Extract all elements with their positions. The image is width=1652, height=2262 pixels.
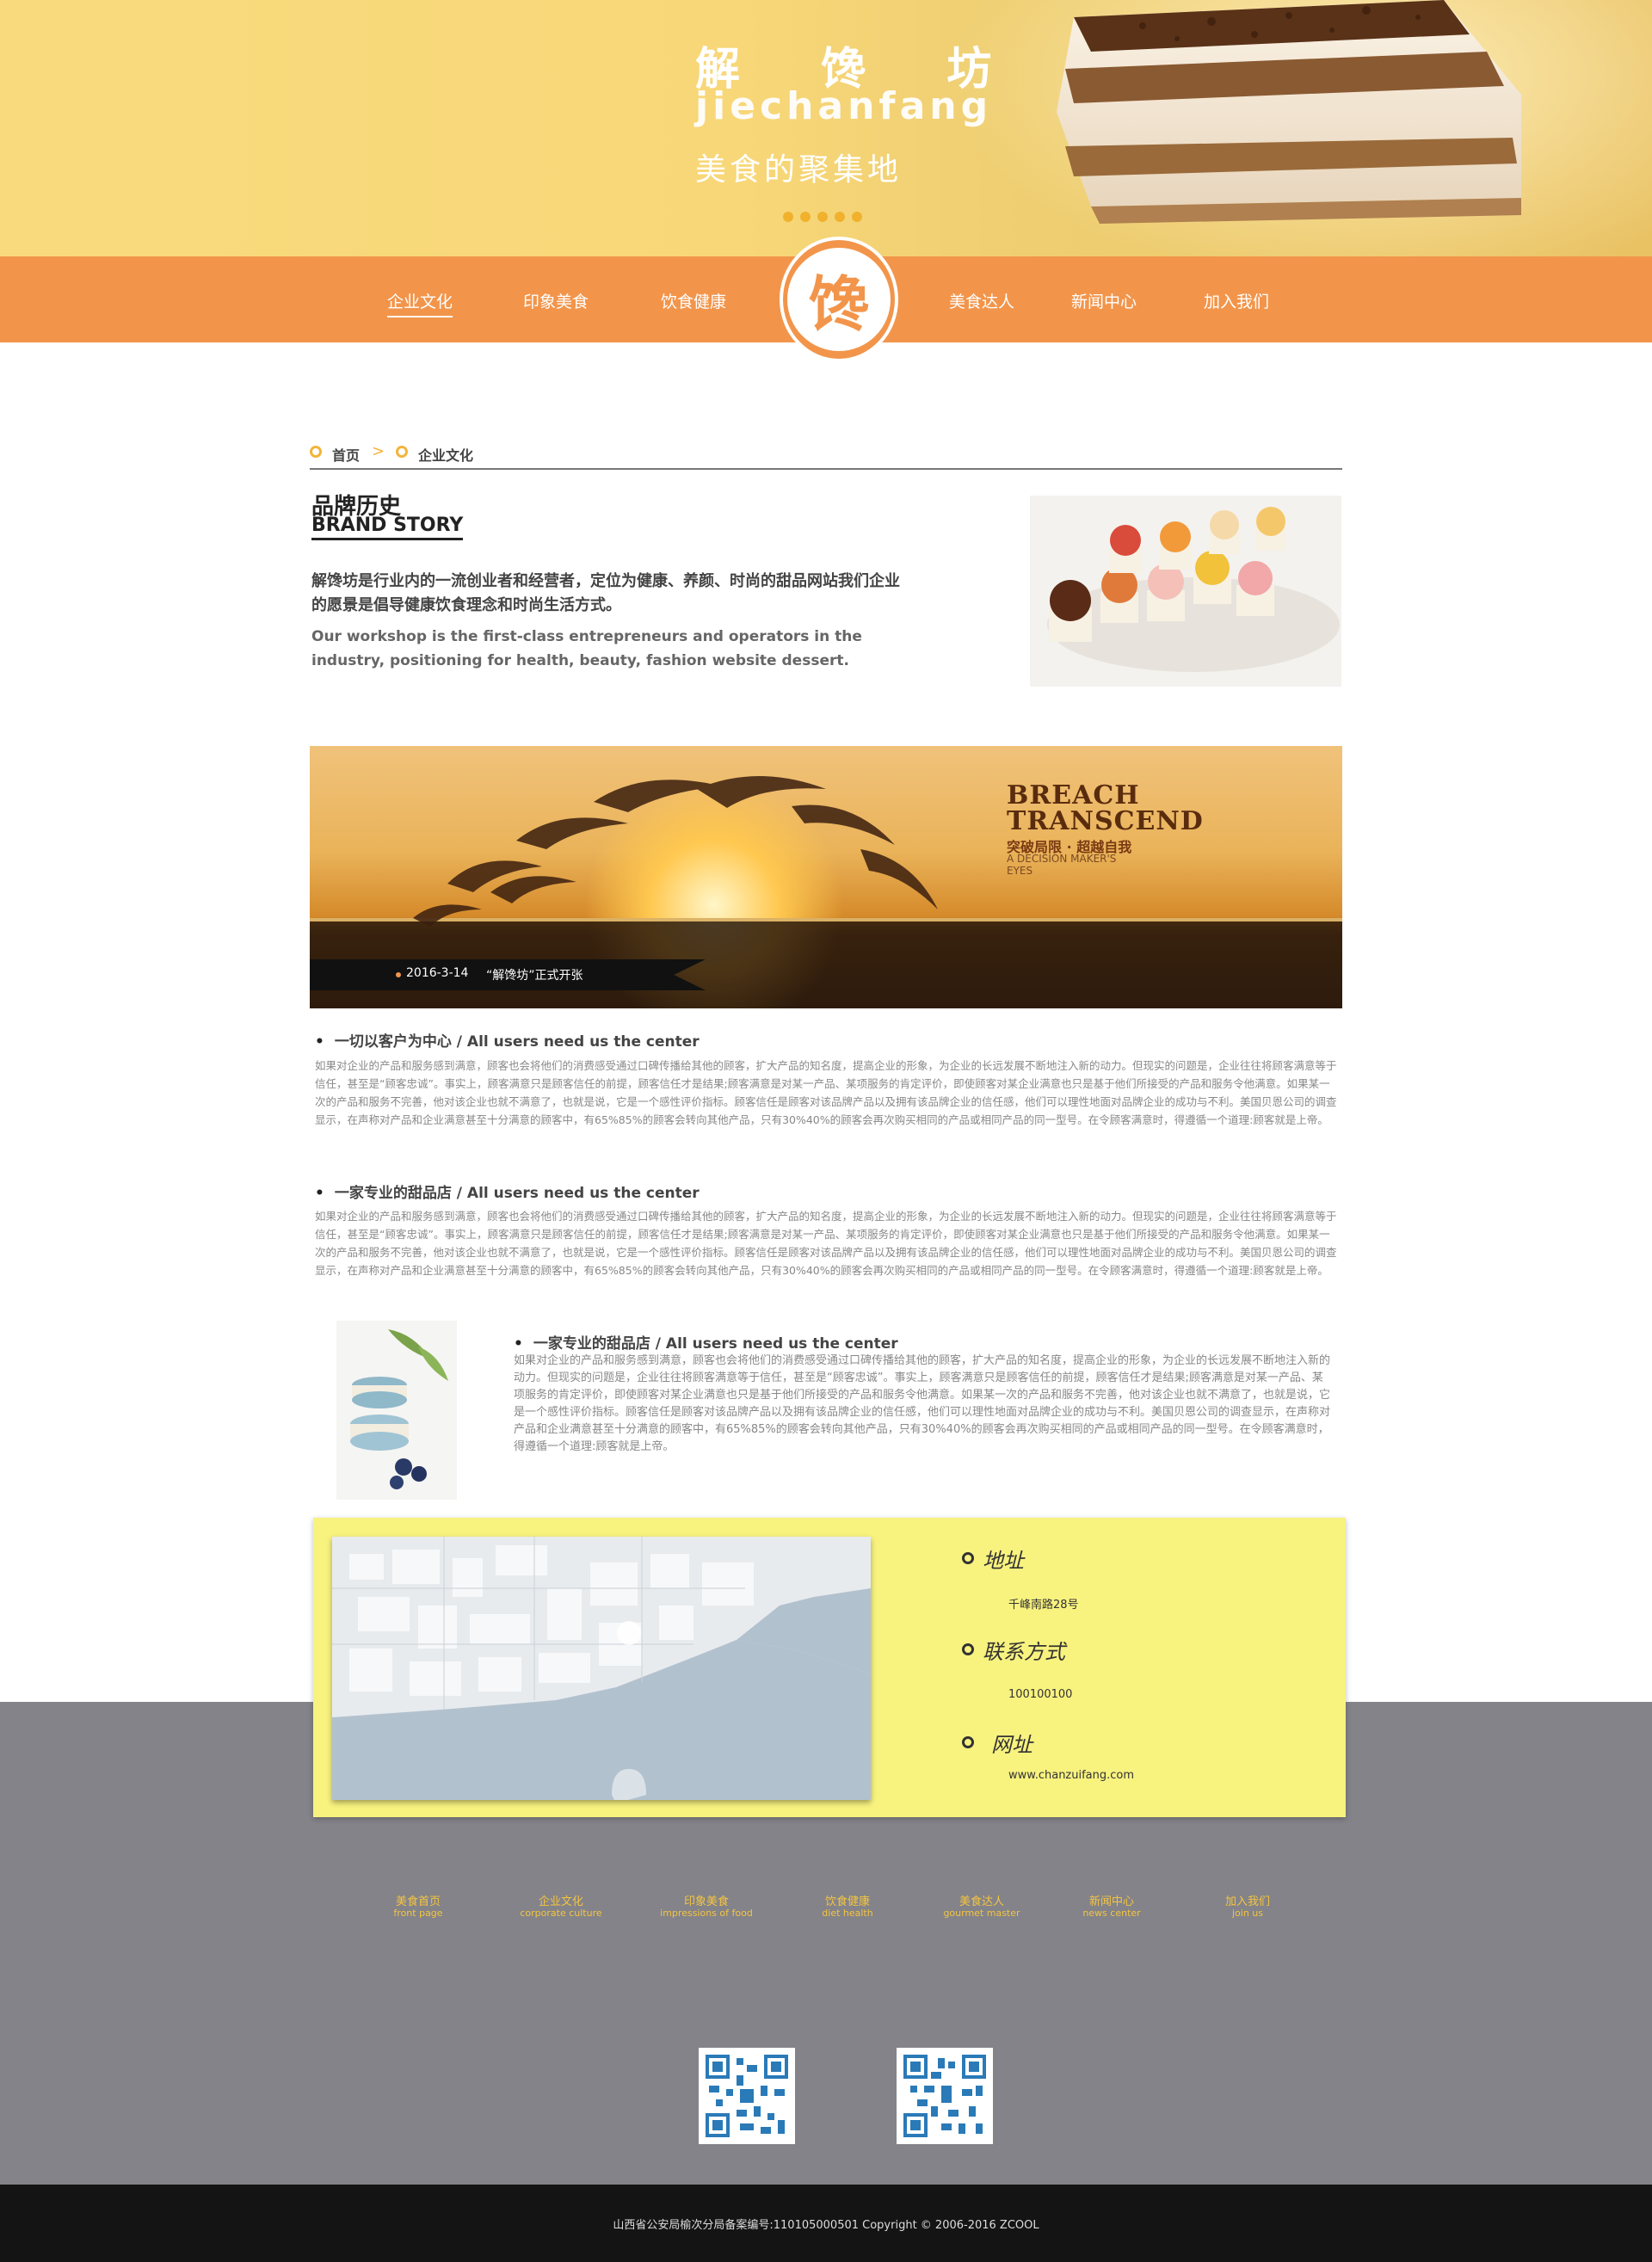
cake-image [1057, 0, 1521, 224]
footer-link-impressions[interactable]: 印象美食 impressions of food [650, 1892, 762, 1919]
banner-caption[interactable]: 2016-3-14 “解馋坊”正式开张 [310, 959, 706, 990]
brand-text-en: Our workshop is the first-class entrepre… [311, 628, 862, 669]
footer-link-en: news center [1082, 1908, 1141, 1919]
address-label: 地址 [983, 1549, 1024, 1573]
nav-item-impressions[interactable]: 印象美食 [523, 289, 589, 312]
footer-link-cn: 饮食健康 [824, 1895, 870, 1908]
section-body-dessert-shop-2: 如果对企业的产品和服务感到满意，顾客也会将他们的消费感受通过口碑传播给其他的顾客… [514, 1354, 1331, 1453]
footer-link-en: corporate culture [520, 1908, 602, 1919]
map-image[interactable] [332, 1537, 871, 1800]
nav-item-news[interactable]: 新闻中心 [1071, 289, 1137, 312]
banner-tagline: A DECISION MAKER'S EYES [1007, 853, 1117, 877]
footer-link-en: impressions of food [660, 1908, 753, 1919]
section-title-customer-center: 一切以客户为中心 / All users need us the center [315, 1029, 700, 1051]
hero-subtitle: jiechanfang [695, 84, 993, 128]
carousel-dot[interactable] [835, 212, 845, 222]
bullet-dot-icon [396, 972, 401, 977]
footer-link-en: diet health [822, 1908, 873, 1919]
news-banner[interactable]: BREACH TRANSCEND 突破局限 · 超越自我 A DECISION … [310, 746, 1342, 1008]
carousel-dot[interactable] [852, 212, 862, 222]
breadcrumb-current: 企业文化 [418, 447, 474, 464]
carousel-dot[interactable] [783, 212, 793, 222]
hero-banner: 解 馋 坊 jiechanfang 美食的聚集地 [0, 0, 1652, 256]
footer-link-en: join us [1231, 1908, 1263, 1919]
nav-item-corporate-culture[interactable]: 企业文化 [387, 289, 453, 317]
carousel-dot[interactable] [817, 212, 828, 222]
phone-value: 100100100 [1008, 1688, 1073, 1701]
address-value: 千峰南路28号 [1008, 1599, 1079, 1612]
footer-link-front-page[interactable]: 美食首页 front page [379, 1892, 458, 1919]
macaron-image [336, 1321, 457, 1500]
footer-link-en: gourmet master [943, 1908, 1020, 1919]
hero-slogan: 美食的聚集地 [695, 152, 903, 188]
phone-ring-icon [962, 1643, 974, 1655]
qr-code-icon [897, 2048, 993, 2144]
section-title-dessert-shop: 一家专业的甜品店 / All users need us the center [315, 1180, 700, 1202]
breadcrumb-home[interactable]: 首页 [332, 444, 360, 465]
banner-headline-2: TRANSCEND [1007, 806, 1204, 836]
footer-link-cn: 加入我们 [1224, 1895, 1270, 1908]
footer-link-cn: 印象美食 [683, 1895, 729, 1908]
footer-link-news[interactable]: 新闻中心 news center [1072, 1892, 1151, 1919]
site-logo[interactable]: 馋 [780, 237, 898, 362]
banner-news-title[interactable]: “解馋坊”正式开张 [486, 966, 583, 983]
carousel-dot[interactable] [800, 212, 811, 222]
banner-date: 2016-3-14 [406, 966, 469, 980]
nav-item-gourmet[interactable]: 美食达人 [949, 289, 1014, 312]
address-ring-icon [962, 1552, 974, 1564]
footer-link-en: front page [393, 1908, 443, 1919]
breadcrumb-ring-icon [396, 446, 408, 458]
footer-link-cn: 美食达人 [959, 1895, 1004, 1908]
nav-item-join[interactable]: 加入我们 [1204, 289, 1269, 312]
breadcrumb-ring-icon [310, 446, 322, 458]
nav-item-diet-health[interactable]: 饮食健康 [661, 289, 726, 312]
website-ring-icon [962, 1736, 974, 1748]
website-value[interactable]: www.chanzuifang.com [1008, 1769, 1134, 1782]
breadcrumb-chevron-icon: > [372, 442, 385, 460]
cupcakes-image [1030, 496, 1341, 687]
brand-title-en: BRAND STORY [311, 515, 464, 540]
footer-link-join[interactable]: 加入我们 join us [1208, 1892, 1287, 1919]
page-root: 解 馋 坊 jiechanfang 美食的聚集地 企业文化 印象美食 饮食健康 … [0, 0, 1652, 2262]
footer-link-cn: 新闻中心 [1088, 1895, 1134, 1908]
qr-code-icon [699, 2048, 795, 2144]
copyright-bar: 山西省公安局榆次分局备案编号:110105000501 Copyright © … [0, 2185, 1652, 2262]
footer-link-cn: 美食首页 [395, 1895, 441, 1908]
section-title-dessert-shop-2: 一家专业的甜品店 / All users need us the center [514, 1331, 898, 1353]
footer-link-gourmet[interactable]: 美食达人 gourmet master [934, 1892, 1029, 1919]
footer-link-corporate-culture[interactable]: 企业文化 corporate culture [509, 1892, 613, 1919]
phone-label: 联系方式 [983, 1640, 1065, 1664]
breadcrumb: 首页 > 企业文化 [310, 441, 1342, 470]
contact-panel: 地址 千峰南路28号 联系方式 100100100 网址 www.chanzui… [313, 1518, 1346, 1817]
section-body-dessert-shop: 如果对企业的产品和服务感到满意，顾客也会将他们的消费感受通过口碑传播给其他的顾客… [315, 1210, 1337, 1277]
brand-text-cn: 解馋坊是行业内的一流创业者和经营者，定位为健康、养颜、时尚的甜品网站我们企业的愿… [311, 572, 900, 614]
logo-glyph: 馋 [787, 248, 891, 351]
section-body-customer-center: 如果对企业的产品和服务感到满意，顾客也会将他们的消费感受通过口碑传播给其他的顾客… [315, 1059, 1337, 1126]
copyright-text: 山西省公安局榆次分局备案编号:110105000501 Copyright © … [613, 2219, 1039, 2232]
hero-carousel-dots[interactable] [783, 212, 862, 222]
website-label: 网址 [991, 1733, 1032, 1757]
footer-link-cn: 企业文化 [538, 1895, 583, 1908]
footer-link-diet-health[interactable]: 饮食健康 diet health [804, 1892, 891, 1919]
